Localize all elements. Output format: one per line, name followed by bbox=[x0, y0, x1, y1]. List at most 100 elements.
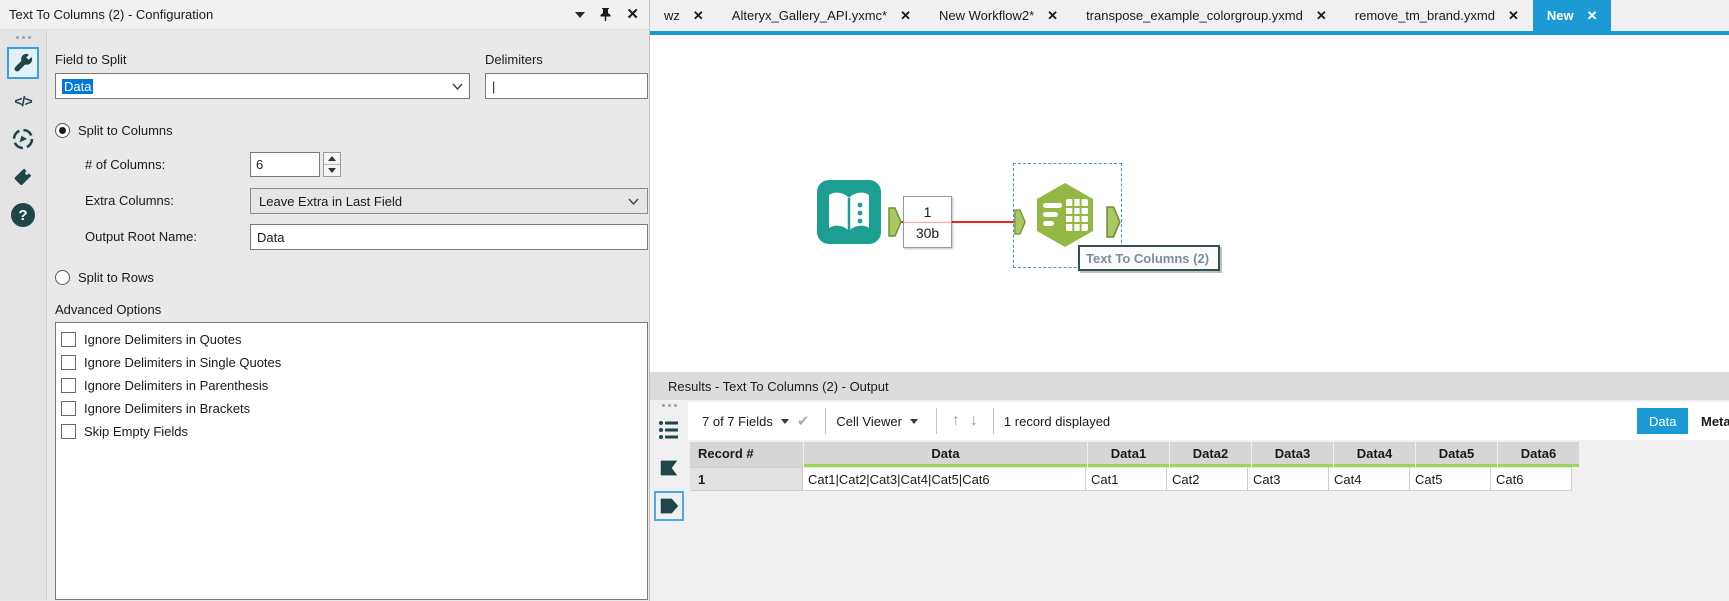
advanced-options-label: Advanced Options bbox=[55, 302, 162, 317]
checkbox-label: Ignore Delimiters in Parenthesis bbox=[84, 378, 269, 393]
split-to-columns-radio[interactable]: Split to Columns bbox=[55, 123, 173, 138]
num-columns-input[interactable]: 6 bbox=[250, 152, 320, 177]
close-tab-icon[interactable]: ✕ bbox=[1587, 8, 1598, 24]
configuration-panel: Text To Columns (2) - Configuration ✕ </… bbox=[0, 0, 650, 601]
workspace-area: wz ✕ Alteryx_Gallery_API.yxmc* ✕ New Wor… bbox=[650, 0, 1729, 601]
checkbox-icon[interactable] bbox=[61, 424, 76, 439]
configuration-body: </> ? Field to Split Delimiters Data | S… bbox=[0, 30, 649, 600]
grip-dots-icon[interactable] bbox=[661, 404, 677, 407]
help-icon[interactable]: ? bbox=[7, 199, 39, 231]
checkbox-label: Skip Empty Fields bbox=[84, 424, 189, 439]
close-tab-icon[interactable]: ✕ bbox=[900, 8, 911, 24]
output-connection-icon[interactable] bbox=[654, 491, 684, 521]
scroll-down-icon[interactable]: ↓ bbox=[970, 412, 978, 430]
field-to-split-label: Field to Split bbox=[55, 52, 127, 67]
column-header[interactable]: Data5 bbox=[1416, 442, 1497, 467]
column-header[interactable]: Data bbox=[804, 442, 1087, 467]
close-tab-icon[interactable]: ✕ bbox=[693, 8, 704, 24]
text-input-tool[interactable] bbox=[815, 178, 883, 249]
annotation-tab-code-icon[interactable]: </> bbox=[7, 85, 39, 117]
record-count-status: 1 record displayed bbox=[1003, 413, 1111, 429]
data-view-button[interactable]: Data bbox=[1637, 408, 1689, 434]
metadata-view-button[interactable]: Metadata bbox=[1689, 408, 1729, 434]
column-header[interactable]: Data6 bbox=[1498, 442, 1579, 467]
advanced-option-skip-empty[interactable]: Skip Empty Fields bbox=[61, 420, 647, 443]
text-to-columns-tool[interactable] bbox=[1032, 182, 1098, 251]
split-to-rows-radio[interactable]: Split to Rows bbox=[55, 270, 154, 285]
advanced-option-single-quotes[interactable]: Ignore Delimiters in Single Quotes bbox=[61, 351, 647, 374]
tab-new-active[interactable]: New ✕ bbox=[1532, 0, 1612, 31]
table-cell[interactable]: Cat5 bbox=[1410, 467, 1491, 491]
table-cell[interactable]: Cat1 bbox=[1086, 467, 1167, 491]
table-cell[interactable]: Cat6 bbox=[1491, 467, 1572, 491]
fields-dropdown[interactable]: 7 of 7 Fields bbox=[702, 414, 773, 429]
num-columns-stepper[interactable] bbox=[323, 152, 341, 177]
column-header[interactable]: Data3 bbox=[1252, 442, 1333, 467]
split-to-columns-label: Split to Columns bbox=[78, 123, 173, 138]
list-view-icon[interactable] bbox=[654, 415, 684, 445]
results-icon-strip bbox=[650, 400, 688, 601]
radio-selected-icon[interactable] bbox=[55, 123, 70, 138]
toolbar-divider bbox=[992, 408, 994, 434]
tab-label: Alteryx_Gallery_API.yxmc* bbox=[731, 8, 888, 23]
split-to-rows-label: Split to Rows bbox=[78, 270, 154, 285]
results-body: 7 of 7 Fields ✔ Cell Viewer ↑ ↓ 1 record… bbox=[650, 400, 1729, 601]
stepper-up-icon[interactable] bbox=[324, 153, 340, 165]
connection-annotation[interactable]: 1 30b bbox=[903, 196, 952, 248]
close-tab-icon[interactable]: ✕ bbox=[1508, 8, 1519, 24]
advanced-option-brackets[interactable]: Ignore Delimiters in Brackets bbox=[61, 397, 647, 420]
configuration-title: Text To Columns (2) - Configuration bbox=[9, 7, 214, 22]
advanced-option-quotes[interactable]: Ignore Delimiters in Quotes bbox=[61, 328, 647, 351]
grip-dots-icon[interactable] bbox=[15, 36, 31, 39]
tab-label: New bbox=[1546, 8, 1574, 23]
delimiters-input[interactable]: | bbox=[485, 73, 648, 99]
field-to-split-select[interactable]: Data bbox=[55, 73, 470, 99]
navigation-tab-compass-icon[interactable] bbox=[7, 123, 39, 155]
checkbox-label: Ignore Delimiters in Single Quotes bbox=[84, 355, 282, 370]
checkbox-icon[interactable] bbox=[61, 378, 76, 393]
stepper-down-icon[interactable] bbox=[324, 165, 340, 176]
tag-icon[interactable] bbox=[7, 161, 39, 193]
input-connection-icon[interactable] bbox=[654, 453, 684, 483]
scroll-up-icon[interactable]: ↑ bbox=[952, 412, 960, 430]
annotation-divider bbox=[904, 221, 951, 223]
chevron-down-icon[interactable] bbox=[909, 418, 918, 424]
column-header[interactable]: Data2 bbox=[1170, 442, 1251, 467]
configuration-tab-wrench-icon[interactable] bbox=[7, 47, 39, 79]
table-cell[interactable]: Cat4 bbox=[1329, 467, 1410, 491]
checkbox-icon[interactable] bbox=[61, 401, 76, 416]
output-root-input[interactable]: Data bbox=[250, 224, 648, 250]
apply-check-icon[interactable]: ✔ bbox=[797, 412, 810, 430]
record-number-cell[interactable]: 1 bbox=[690, 467, 803, 491]
table-cell[interactable]: Cat2 bbox=[1167, 467, 1248, 491]
tab-new-workflow2[interactable]: New Workflow2* ✕ bbox=[925, 0, 1072, 31]
tab-label: transpose_example_colorgroup.yxmd bbox=[1086, 8, 1303, 23]
checkbox-icon[interactable] bbox=[61, 355, 76, 370]
close-tab-icon[interactable]: ✕ bbox=[1047, 8, 1058, 24]
tab-wz[interactable]: wz ✕ bbox=[650, 0, 718, 31]
extra-columns-select[interactable]: Leave Extra in Last Field bbox=[250, 188, 648, 214]
table-cell[interactable]: Cat1|Cat2|Cat3|Cat4|Cat5|Cat6 bbox=[803, 467, 1086, 491]
pin-icon[interactable] bbox=[599, 7, 612, 22]
tab-alteryx-gallery-api[interactable]: Alteryx_Gallery_API.yxmc* ✕ bbox=[718, 0, 925, 31]
column-header[interactable]: Data1 bbox=[1088, 442, 1169, 467]
output-anchor-icon[interactable] bbox=[888, 207, 902, 237]
advanced-option-parenthesis[interactable]: Ignore Delimiters in Parenthesis bbox=[61, 374, 647, 397]
column-header[interactable]: Data4 bbox=[1334, 442, 1415, 467]
checkbox-icon[interactable] bbox=[61, 332, 76, 347]
input-anchor-icon[interactable] bbox=[1014, 207, 1026, 237]
tab-remove-tm-brand[interactable]: remove_tm_brand.yxmd ✕ bbox=[1341, 0, 1533, 31]
table-cell[interactable]: Cat3 bbox=[1248, 467, 1329, 491]
radio-unselected-icon[interactable] bbox=[55, 270, 70, 285]
column-header[interactable]: Record # bbox=[690, 442, 803, 467]
panel-menu-caret-icon[interactable] bbox=[575, 11, 586, 18]
chevron-down-icon[interactable] bbox=[780, 418, 789, 424]
workflow-canvas[interactable]: 1 30b Text To Columns (2) bbox=[650, 35, 1729, 372]
close-panel-icon[interactable]: ✕ bbox=[626, 7, 639, 22]
tab-transpose-example[interactable]: transpose_example_colorgroup.yxmd ✕ bbox=[1072, 0, 1341, 31]
output-anchor-icon[interactable] bbox=[1105, 206, 1122, 238]
toolbar-divider bbox=[935, 408, 937, 434]
close-tab-icon[interactable]: ✕ bbox=[1316, 8, 1327, 24]
alteryx-designer-window: Text To Columns (2) - Configuration ✕ </… bbox=[0, 0, 1729, 601]
cell-viewer-dropdown[interactable]: Cell Viewer bbox=[836, 414, 902, 429]
